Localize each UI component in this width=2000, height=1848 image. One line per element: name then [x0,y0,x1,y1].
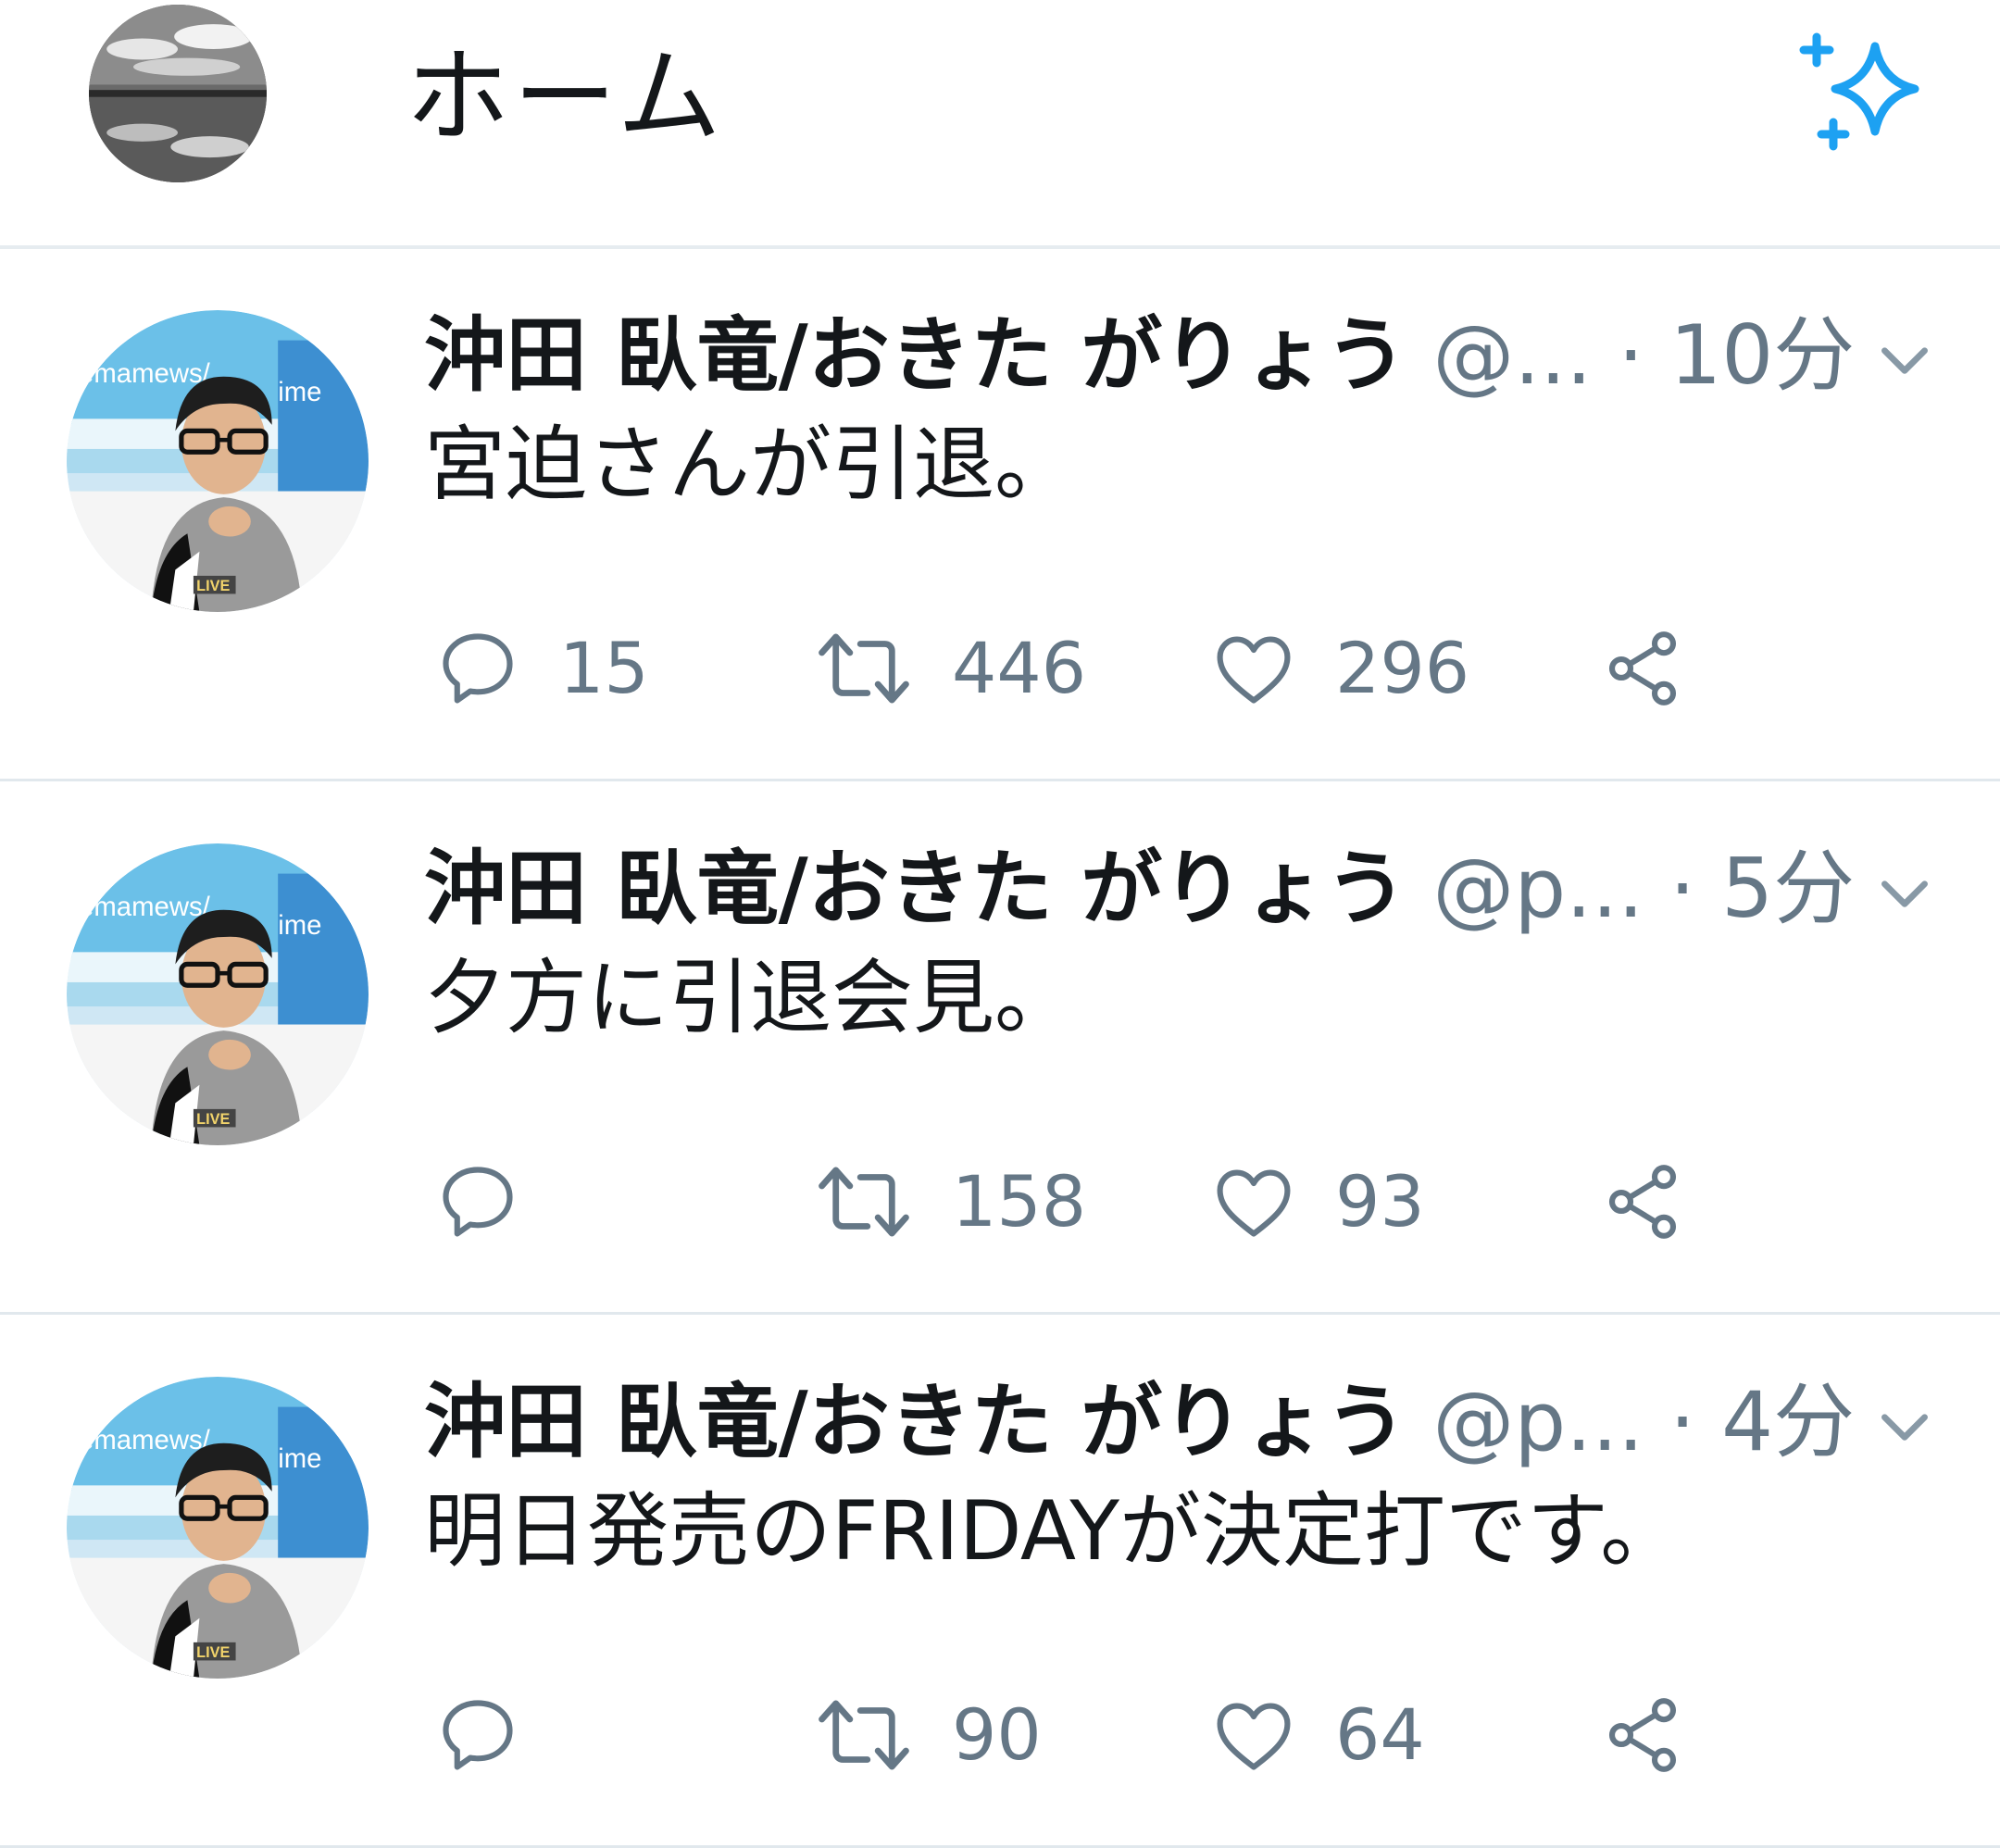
retweet-icon [815,1692,913,1778]
svg-text:emamews/: emamews/ [79,892,211,922]
svg-text:LIVE: LIVE [196,1644,230,1661]
reply-icon [435,1692,520,1778]
tweet-text: 夕方に引退会見。 [424,950,1077,1045]
svg-text:ime: ime [278,377,321,407]
tweet-actions: 90 64 [424,1684,1998,1786]
share-button[interactable] [1600,618,1685,719]
retweet-button[interactable]: 158 [815,1151,1086,1253]
like-count: 64 [1335,1693,1425,1776]
svg-text:emamews/: emamews/ [79,358,211,389]
tweet-timestamp[interactable]: 4分 [1721,1374,1855,1469]
tweet-timestamp[interactable]: 5分 [1721,841,1855,936]
author-handle[interactable]: @... [1432,307,1592,403]
like-icon [1211,1159,1296,1244]
tweet-timestamp[interactable]: 10分 [1669,307,1855,403]
share-icon [1600,1159,1685,1244]
share-icon [1600,626,1685,711]
author-handle[interactable]: @p... [1432,841,1644,936]
retweet-icon [815,626,913,711]
separator-dot: · [1669,841,1696,936]
author-name[interactable]: 沖田 臥竜/おきた がりょう [424,1374,1406,1469]
retweet-icon [815,1159,913,1244]
like-count: 296 [1335,627,1470,709]
separator-dot: · [1618,307,1644,403]
share-button[interactable] [1600,1684,1685,1786]
tweet-header: 沖田 臥竜/おきた がりょう @p... · 4分 [424,1371,1855,1473]
reply-button[interactable]: 15 [435,618,649,719]
like-button[interactable]: 64 [1211,1684,1425,1786]
tweet-actions: 15 446 296 [424,618,1998,719]
tweet-item[interactable]: emamews/ ime LIVE 沖田 臥竜/おきた がりょう @... · … [0,249,2000,781]
share-button[interactable] [1600,1151,1685,1253]
tweet-item[interactable]: emamews/ ime LIVE 沖田 臥竜/おきた がりょう @p... ·… [0,782,2000,1315]
chevron-down-icon[interactable] [1870,1392,1939,1460]
like-icon [1211,626,1296,711]
like-icon [1211,1692,1296,1778]
retweet-count: 90 [952,1693,1042,1776]
tweet-header: 沖田 臥竜/おきた がりょう @... · 10分 [424,305,1855,406]
author-avatar[interactable]: emamews/ ime LIVE [67,1377,369,1679]
author-avatar[interactable]: emamews/ ime LIVE [67,843,369,1145]
svg-text:ime: ime [278,910,321,941]
reply-button[interactable] [435,1684,559,1786]
retweet-button[interactable]: 446 [815,618,1086,719]
tweet-item[interactable]: emamews/ ime LIVE 沖田 臥竜/おきた がりょう @p... ·… [0,1316,2000,1848]
page-title: ホーム [406,37,725,157]
like-count: 93 [1335,1160,1425,1242]
separator-dot: · [1669,1374,1696,1469]
retweet-count: 158 [952,1160,1087,1242]
reply-button[interactable] [435,1151,559,1253]
svg-text:emamews/: emamews/ [79,1425,211,1455]
reply-count: 15 [559,627,649,709]
author-avatar[interactable]: emamews/ ime LIVE [67,310,369,612]
chevron-down-icon[interactable] [1870,858,1939,927]
author-name[interactable]: 沖田 臥竜/おきた がりょう [424,307,1406,403]
reply-icon [435,1159,520,1244]
tweet-text: 明日発売のFRIDAYが決定打です。 [424,1483,1682,1579]
profile-avatar[interactable] [89,5,267,182]
like-button[interactable]: 93 [1211,1151,1425,1253]
chevron-down-icon[interactable] [1870,325,1939,393]
author-name[interactable]: 沖田 臥竜/おきた がりょう [424,841,1406,936]
retweet-count: 446 [952,627,1087,709]
author-handle[interactable]: @p... [1432,1374,1644,1469]
tweet-header: 沖田 臥竜/おきた がりょう @p... · 5分 [424,838,1855,940]
reply-icon [435,626,520,711]
svg-text:LIVE: LIVE [196,578,230,594]
tweet-actions: 158 93 [424,1151,1998,1253]
svg-text:LIVE: LIVE [196,1111,230,1128]
share-icon [1600,1692,1685,1778]
sparkle-icon[interactable] [1796,28,1935,157]
svg-text:ime: ime [278,1443,321,1474]
tweet-text: 宮迫さんが引退。 [424,417,1077,512]
app-header: ホーム [0,0,2000,249]
like-button[interactable]: 296 [1211,618,1469,719]
retweet-button[interactable]: 90 [815,1684,1042,1786]
